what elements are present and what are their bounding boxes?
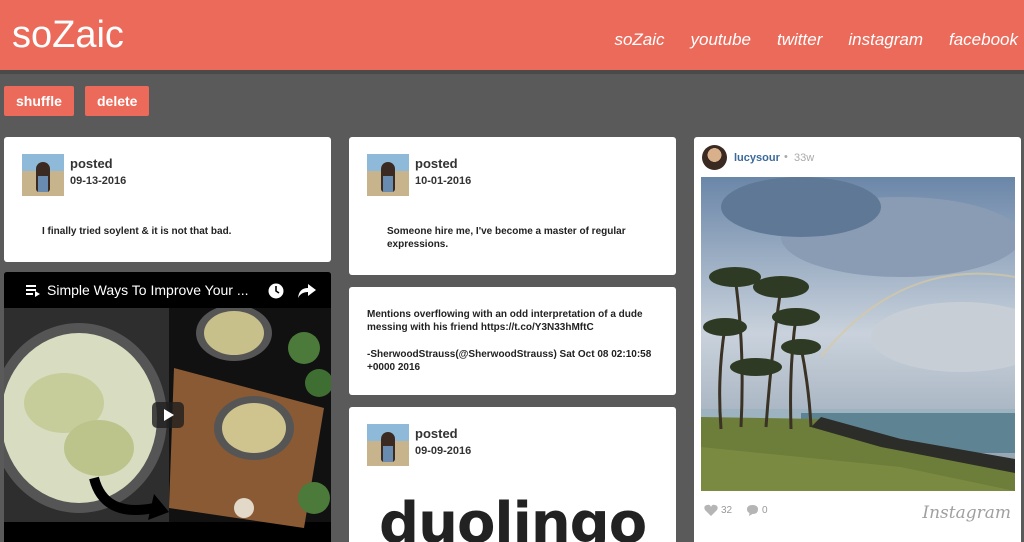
avatar xyxy=(22,154,64,196)
post-card[interactable]: posted 10-01-2016 Someone hire me, I've … xyxy=(349,137,676,275)
instagram-avatar[interactable] xyxy=(702,145,727,170)
video-title-bar: Simple Ways To Improve Your ... xyxy=(4,272,331,308)
instagram-username[interactable]: lucysour xyxy=(734,152,780,164)
comment-icon[interactable] xyxy=(746,504,759,516)
post-message: I finally tried soylent & it is not that… xyxy=(42,226,232,237)
delete-button[interactable]: delete xyxy=(85,86,150,116)
dot-separator: • xyxy=(784,151,788,163)
play-icon[interactable] xyxy=(152,402,184,428)
post-date: 10-01-2016 xyxy=(415,175,472,187)
nav-link-instagram[interactable]: instagram xyxy=(848,30,923,50)
post-message: Someone hire me, I've become a master of… xyxy=(387,226,626,250)
playlist-icon[interactable] xyxy=(26,285,40,297)
tweet-card[interactable]: Mentions overflowing with an odd interpr… xyxy=(349,287,676,395)
avatar xyxy=(367,424,409,466)
top-nav: soZaic youtube twitter instagram faceboo… xyxy=(588,30,1018,50)
video-title[interactable]: Simple Ways To Improve Your ... xyxy=(47,282,249,298)
site-logo[interactable]: soZaic xyxy=(12,14,124,57)
heart-icon[interactable] xyxy=(704,504,718,516)
instagram-embed[interactable]: lucysour • 33w 32 0 Instagram xyxy=(694,137,1021,542)
duolingo-logo: duolingo xyxy=(379,491,647,542)
comments-count: 0 xyxy=(762,505,768,516)
post-card[interactable]: posted 09-13-2016 I finally tried soylen… xyxy=(4,137,331,262)
share-icon[interactable] xyxy=(298,284,316,298)
instagram-photo[interactable] xyxy=(701,177,1015,491)
likes-count: 32 xyxy=(721,505,733,516)
avatar xyxy=(367,154,409,196)
nav-link-youtube[interactable]: youtube xyxy=(691,30,752,50)
shuffle-button[interactable]: shuffle xyxy=(4,86,74,116)
post-date: 09-09-2016 xyxy=(415,445,472,457)
posted-label: posted xyxy=(415,426,458,441)
instagram-time[interactable]: 33w xyxy=(794,152,814,164)
post-date: 09-13-2016 xyxy=(70,175,127,187)
posted-label: posted xyxy=(70,156,113,171)
nav-link-sozaic[interactable]: soZaic xyxy=(614,30,664,50)
clock-icon[interactable] xyxy=(268,283,284,299)
post-card[interactable]: posted 09-09-2016 duolingo xyxy=(349,407,676,542)
tweet-meta: -SherwoodStrauss(@SherwoodStrauss) Sat O… xyxy=(367,349,652,373)
video-card[interactable]: Simple Ways To Improve Your ... xyxy=(4,272,331,542)
tweet-text: Mentions overflowing with an odd interpr… xyxy=(367,309,643,333)
site-header: soZaic soZaic youtube twitter instagram … xyxy=(0,0,1024,74)
nav-link-facebook[interactable]: facebook xyxy=(949,30,1018,50)
instagram-brand-logo[interactable]: Instagram xyxy=(922,503,1011,523)
posted-label: posted xyxy=(415,156,458,171)
nav-link-twitter[interactable]: twitter xyxy=(777,30,822,50)
